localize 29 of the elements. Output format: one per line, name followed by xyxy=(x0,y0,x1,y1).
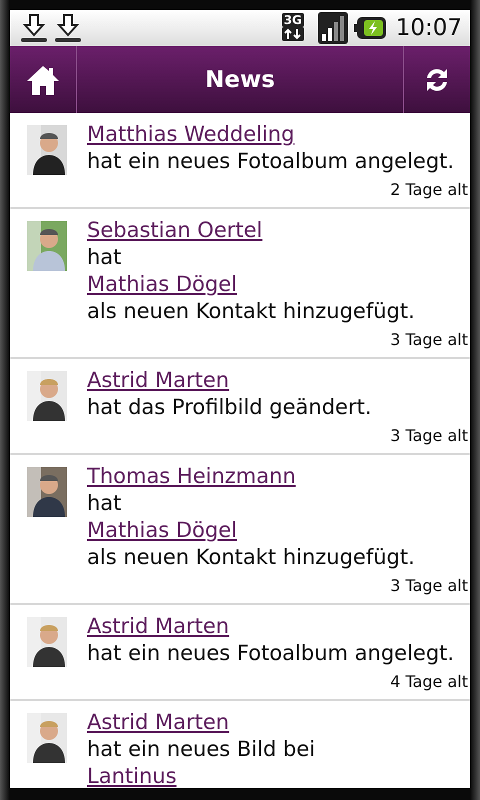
download-icon xyxy=(20,13,48,43)
download-icon xyxy=(54,13,82,43)
news-age: 2 Tage alt xyxy=(390,179,468,201)
news-text: hat ein neues Fotoalbum angelegt. xyxy=(87,148,454,175)
news-text: hat ein neues Bild bei xyxy=(87,736,316,763)
news-text: als neuen Kontakt hinzugefügt. xyxy=(87,298,415,325)
profile-link[interactable]: Mathias Dögel xyxy=(87,517,237,544)
news-text: hat xyxy=(87,244,122,271)
news-text: hat ein neues Fotoalbum angelegt. xyxy=(87,640,454,667)
news-text: hat xyxy=(87,490,122,517)
news-age: 3 Tage alt xyxy=(390,329,468,351)
home-icon xyxy=(26,64,60,96)
profile-link[interactable]: Astrid Marten xyxy=(87,613,230,640)
news-age: 3 Tage alt xyxy=(390,575,468,597)
profile-link[interactable]: Astrid Marten xyxy=(87,709,230,736)
profile-link[interactable]: Lantinus xyxy=(87,763,177,788)
news-age: 3 Tage alt xyxy=(390,425,468,447)
news-text: hat das Profilbild geändert. xyxy=(87,394,372,421)
news-text: als neuen Kontakt hinzugefügt. xyxy=(87,544,415,571)
clock: 10:07 xyxy=(396,15,462,41)
profile-link[interactable]: Astrid Marten xyxy=(87,367,230,394)
signal-icon xyxy=(318,12,348,44)
battery-icon xyxy=(354,16,386,40)
profile-link[interactable]: Thomas Heinzmann xyxy=(87,463,296,490)
news-age: 4 Tage alt xyxy=(390,671,468,693)
profile-link[interactable]: Mathias Dögel xyxy=(87,271,237,298)
profile-link[interactable]: Sebastian Oertel xyxy=(87,217,262,244)
screen-title: News xyxy=(204,66,276,92)
profile-link[interactable]: Matthias Weddeling xyxy=(87,121,294,148)
